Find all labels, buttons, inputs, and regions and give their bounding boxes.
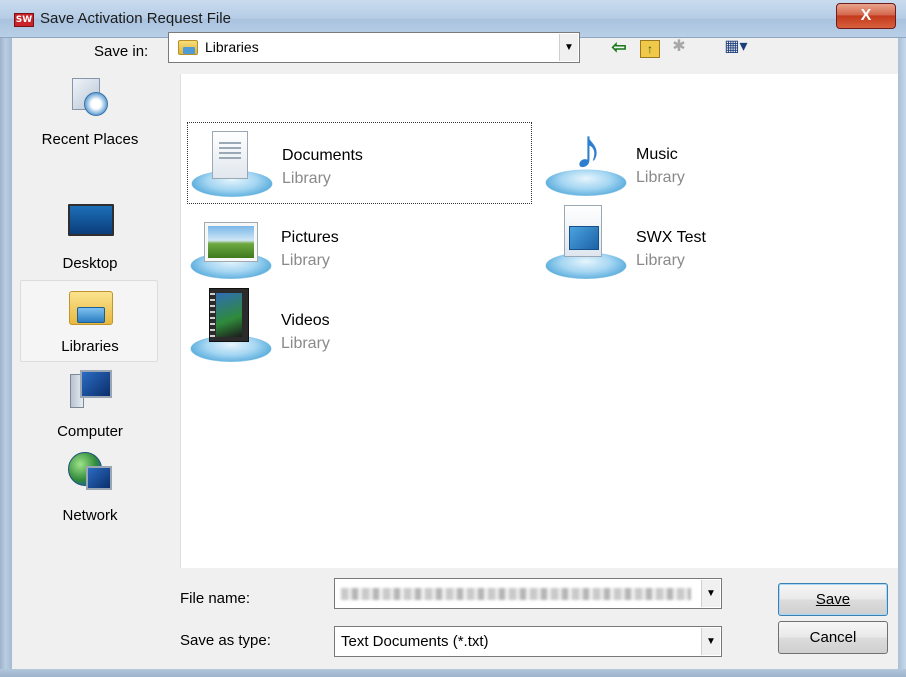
up-folder-icon[interactable]: ↑ (640, 40, 660, 58)
item-name: Music (636, 146, 678, 163)
back-arrow-icon[interactable]: ⇦ (608, 36, 630, 58)
places-bar: Recent Places Desktop Libraries Computer… (20, 74, 160, 568)
item-name: Documents (282, 147, 363, 164)
desktop-icon (68, 204, 114, 236)
file-name-label: File name: (180, 590, 251, 607)
place-label: Recent Places (41, 131, 139, 148)
save-as-type-dropdown[interactable]: Text Documents (*.txt) ▼ (334, 626, 722, 657)
window-frame-left (0, 0, 12, 677)
list-item-music[interactable]: ♪ Music Library (540, 117, 887, 204)
save-in-value: Libraries (205, 39, 259, 55)
place-libraries[interactable]: Libraries (20, 280, 158, 362)
redacted-file-name (341, 588, 691, 600)
item-type: Library (282, 170, 331, 187)
window-frame-right (898, 0, 906, 677)
close-button[interactable]: X (836, 3, 896, 29)
window-frame-bottom (0, 669, 906, 677)
save-in-label-text: Save in: (94, 43, 149, 60)
swx-test-library-icon (564, 205, 602, 257)
save-dialog-window: SW Save Activation Request File X Save i… (0, 0, 906, 677)
item-type: Library (281, 252, 330, 269)
videos-library-icon (209, 288, 249, 342)
pictures-library-icon (204, 222, 258, 262)
item-type: Library (636, 169, 685, 186)
save-in-dropdown[interactable]: Libraries ▼ (168, 32, 580, 63)
window-title: Save Activation Request File (40, 10, 231, 27)
chevron-down-icon[interactable]: ▼ (701, 628, 720, 655)
save-button[interactable]: Save (778, 583, 888, 616)
item-name: Videos (281, 312, 330, 329)
place-label: Network (62, 507, 118, 524)
place-computer[interactable]: Computer (20, 366, 160, 446)
view-menu-icon[interactable]: ▦▾ (716, 36, 756, 58)
documents-library-icon (212, 131, 248, 179)
place-network[interactable]: Network (20, 450, 160, 530)
list-item-pictures[interactable]: Pictures Library (185, 205, 532, 287)
list-item-swx-test[interactable]: SWX Test Library (540, 205, 887, 287)
place-label: Libraries (61, 338, 119, 355)
cancel-button[interactable]: Cancel (778, 621, 888, 654)
file-name-field[interactable]: ▼ (334, 578, 722, 609)
chevron-down-icon[interactable]: ▼ (559, 34, 578, 61)
file-list-view[interactable]: Documents Library ♪ Music Library Pictur… (180, 74, 898, 568)
place-label: Desktop (62, 255, 118, 272)
new-folder-icon[interactable]: ✱ (668, 36, 690, 58)
place-label: Computer (57, 423, 123, 440)
item-name: Pictures (281, 229, 339, 246)
save-as-type-label: Save as type: (180, 632, 271, 649)
list-item-documents[interactable]: Documents Library (186, 122, 532, 204)
save-button-label: Save (815, 591, 851, 608)
computer-icon (70, 370, 114, 412)
recent-places-icon (68, 78, 110, 118)
save-as-type-value: Text Documents (*.txt) (341, 633, 489, 650)
libraries-folder-icon (178, 40, 198, 55)
libraries-icon (69, 287, 113, 327)
place-desktop[interactable]: Desktop (20, 198, 160, 278)
item-name: SWX Test (636, 229, 706, 246)
app-icon: SW (14, 13, 34, 27)
list-item-videos[interactable]: Videos Library (185, 288, 532, 370)
cancel-button-label: Cancel (809, 629, 857, 646)
place-recent-places[interactable]: Recent Places (20, 74, 160, 154)
music-library-icon: ♪ (574, 117, 602, 180)
item-type: Library (281, 335, 330, 352)
save-in-label: Save in: (94, 43, 148, 60)
chevron-down-icon[interactable]: ▼ (701, 580, 720, 607)
item-type: Library (636, 252, 685, 269)
network-icon (68, 452, 114, 496)
